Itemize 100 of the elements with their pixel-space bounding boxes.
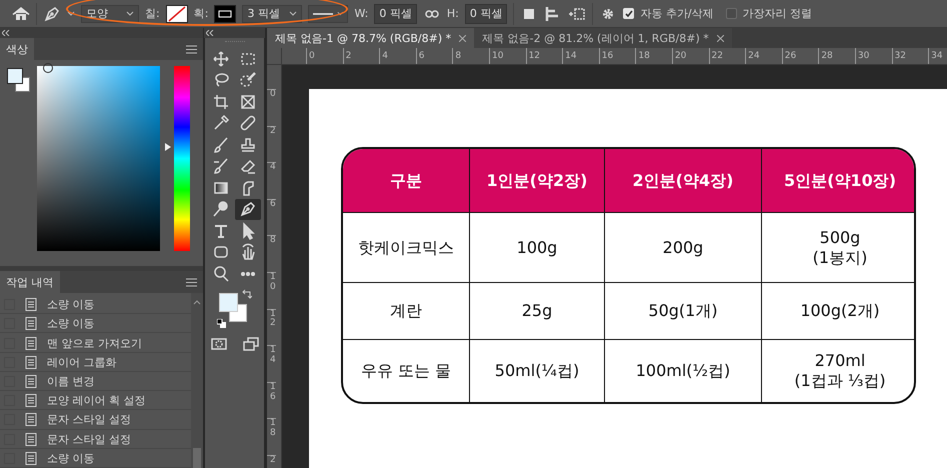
table-cell: 100g: [469, 212, 604, 282]
table-header: 2인분(약4장): [604, 149, 761, 212]
scrollbar[interactable]: [191, 293, 203, 468]
tool-button[interactable]: [235, 198, 261, 220]
stroke-label: 획:: [194, 6, 208, 21]
table-cell: 우유 또는 물: [343, 339, 469, 402]
checkbox[interactable]: [726, 8, 737, 19]
height-label: H:: [446, 7, 459, 20]
collapse-icon[interactable]: [206, 30, 214, 36]
zoom-icon: [212, 264, 230, 283]
color-field[interactable]: [37, 66, 160, 251]
ruler-label: 10: [488, 48, 526, 64]
table-cell: 100g(2개): [761, 282, 914, 339]
table-cell: 500g (1봉지): [761, 212, 914, 282]
color-marker[interactable]: [43, 63, 53, 73]
document-icon: [25, 394, 37, 408]
history-item[interactable]: 모양 레이어 획 설정: [0, 392, 191, 410]
ruler-label: 8: [267, 235, 276, 272]
stroke-swatch[interactable]: [214, 4, 236, 22]
history-item[interactable]: 소량 이동: [0, 296, 191, 314]
ruler-label: 32: [892, 48, 928, 64]
stamp-icon: [239, 136, 257, 154]
ruler-label: 0: [306, 48, 343, 64]
table-cell: 50g(1개): [604, 282, 761, 339]
checkbox-label: 가장자리 정렬: [742, 6, 812, 21]
brush-icon: [212, 136, 230, 154]
ruler-label: 26: [782, 48, 818, 64]
color-swatches[interactable]: [7, 68, 30, 92]
ruler-label: 8: [452, 48, 489, 64]
table-cell: 200g: [604, 212, 761, 282]
line-icon: [313, 12, 333, 16]
stroke-type-dropdown[interactable]: [308, 4, 348, 22]
document-icon: [25, 298, 37, 312]
ruler-label: 2: [267, 126, 276, 162]
ruler-label: 20: [672, 48, 709, 64]
ruler-label: 2: [342, 48, 380, 64]
collapse-icon[interactable]: [2, 30, 10, 36]
shape-mode-dropdown[interactable]: 모양: [81, 4, 139, 22]
history-item[interactable]: 문자 스타일 설정: [0, 411, 191, 430]
history-item[interactable]: 소량 이동: [0, 450, 191, 468]
ruler-label: 12: [526, 48, 562, 64]
scrollbar-thumb[interactable]: [193, 448, 201, 468]
history-brush-icon: [212, 157, 230, 176]
ruler-label: 6: [267, 198, 276, 236]
scroll-up-icon[interactable]: [193, 299, 201, 307]
history-item[interactable]: 레이어 그룹화: [0, 354, 191, 372]
ruler-label: 16: [598, 48, 636, 64]
ruler-label: 14: [562, 48, 599, 64]
ruler-label: 4: [267, 162, 276, 199]
panel-tab[interactable]: 작업 내역: [0, 271, 60, 293]
quick-select-icon: [239, 71, 257, 90]
close-icon[interactable]: [716, 34, 724, 42]
ruler-label: 14: [267, 345, 276, 382]
caret-icon: [336, 11, 344, 16]
hue-slider-thumb[interactable]: [165, 143, 171, 152]
document-icon: [25, 356, 37, 369]
table-header: 5인분(약10장): [761, 149, 914, 212]
document-icon: [25, 374, 37, 388]
history-item[interactable]: 맨 앞으로 가져오기: [0, 334, 191, 353]
ruler-label: 18: [635, 48, 672, 64]
more-icon: [241, 272, 255, 276]
frame-icon: [239, 92, 257, 111]
ruler-label: 28: [818, 48, 855, 64]
document-tab[interactable]: 제목 없음-1 @ 78.7% (RGB/8#) *: [267, 28, 474, 48]
table-cell: 270ml (1컵과 ⅓컵): [761, 339, 914, 402]
document-tab[interactable]: 제목 없음-2 @ 81.2% (레이어 1, RGB/8#) *: [474, 28, 732, 48]
width-field[interactable]: 0 픽셀: [374, 4, 417, 24]
crop-icon: [212, 92, 230, 111]
table-cell: 100ml(½컵): [604, 339, 761, 402]
fill-swatch[interactable]: [166, 4, 188, 22]
dodge-icon: [212, 200, 230, 218]
close-icon[interactable]: [459, 34, 466, 42]
ruler-label: 34: [928, 48, 947, 64]
swap-icon[interactable]: [242, 288, 252, 298]
document-icon: [25, 336, 37, 350]
move-icon: [212, 50, 230, 68]
checkbox[interactable]: [623, 8, 634, 19]
caret-icon: [126, 11, 134, 16]
default-colors-icon[interactable]: [216, 318, 226, 328]
screen-mode-icon: [242, 334, 260, 352]
height-field[interactable]: 0 픽셀: [464, 4, 508, 24]
document-icon: [25, 452, 37, 465]
caret-icon: [289, 11, 298, 16]
history-item[interactable]: 문자 스타일 설정: [0, 430, 191, 449]
color-swatches[interactable]: [218, 292, 246, 322]
home-icon: [12, 4, 30, 22]
history-item[interactable]: 소량 이동: [0, 315, 191, 334]
menu-icon[interactable]: [186, 278, 197, 286]
panel-tab[interactable]: 색상: [0, 38, 34, 60]
table-cell: 계란: [343, 282, 469, 339]
pen-icon: [43, 4, 61, 22]
bandage-icon: [239, 114, 257, 132]
document-icon: [25, 432, 37, 446]
ruler-label: 12: [267, 308, 276, 346]
ruler-label: 16: [267, 382, 276, 418]
history-item[interactable]: 이름 변경: [0, 372, 191, 392]
menu-icon[interactable]: [186, 44, 197, 54]
ruler-label: 18: [267, 418, 276, 455]
stroke-width-dropdown[interactable]: 3 픽셀: [242, 4, 302, 22]
ruler-label: 22: [708, 48, 746, 64]
